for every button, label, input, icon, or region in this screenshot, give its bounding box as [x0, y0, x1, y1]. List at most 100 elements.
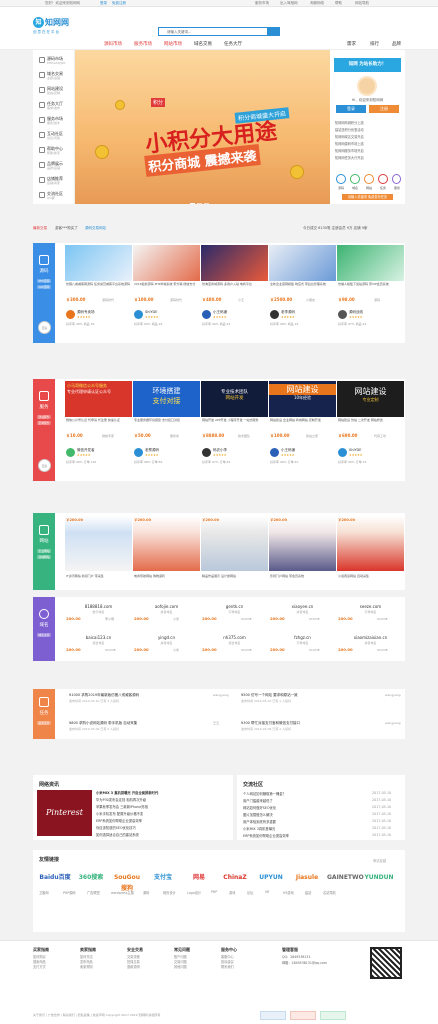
- section-tag[interactable]: 企业网站: [37, 549, 51, 553]
- top-link[interactable]: 网站导航: [355, 1, 369, 6]
- notice-line[interactable]: 知网网服务市场开启: [335, 148, 364, 153]
- website-card[interactable]: ￥200.00 影视门户网站 带会员系统: [269, 516, 336, 578]
- product-card[interactable]: 全新企业官网模板 响应式 带后台管理系统 ￥2500.00 小朋友: [269, 245, 336, 305]
- news-item[interactable]: ERP系统如何帮助企业提高效率: [96, 818, 142, 823]
- domain-card[interactable]: 8188818.com 数字域名 200.00 李小明: [65, 601, 132, 623]
- shop-card[interactable]: ShiYDE ★★★★★ 好评率 99% 订单 33: [337, 446, 404, 468]
- section-tag[interactable]: 最新任务: [37, 721, 51, 725]
- task-item[interactable]: ¥500 仿写一个网站 要求和原站一致 发布时间 2019-05-10 已有 1 …: [235, 691, 405, 707]
- website-card[interactable]: ￥200.00 电商导航网站 购物返利: [133, 516, 200, 578]
- sidebar-item[interactable]: 品牌展示 品牌/店铺: [33, 159, 75, 173]
- top-link[interactable]: 出入驾相网: [280, 1, 298, 6]
- section-tag[interactable]: 商城网站: [37, 555, 51, 559]
- exchange-item[interactable]: 小米MIX 3真机首曝光: [243, 826, 275, 831]
- exchange-item[interactable]: 图片加载慢怎么解决: [243, 812, 273, 817]
- nav-item[interactable]: 域名交易: [194, 41, 212, 47]
- website-card[interactable]: ￥200.00 小说阅读网站 自动采集: [337, 516, 404, 578]
- shop-card[interactable]: 小王码铺 ★★★★★ 好评率 96% 订单 40: [269, 446, 336, 468]
- more-button[interactable]: 更多: [38, 321, 51, 334]
- text-link[interactable]: 广告联盟: [87, 890, 100, 895]
- nav-right-link[interactable]: 品牌: [392, 41, 401, 47]
- product-card[interactable]: 仿淘宝商城源码 多用户入驻 电商平台 ￥480.00 小王: [201, 245, 268, 305]
- partner-logo[interactable]: Jiasule: [291, 872, 323, 883]
- top-link[interactable]: 淘服网络: [310, 1, 324, 6]
- text-link[interactable]: 源码: [143, 890, 149, 895]
- exchange-item[interactable]: 用户门槛越来越低了: [243, 798, 273, 803]
- partner-logo[interactable]: GAINETWO: [327, 872, 364, 883]
- shop-card[interactable]: 老蔡源码 ★★★★★ 好评率 98% 订单 86: [133, 446, 200, 468]
- verify-badge-icon[interactable]: [320, 1011, 346, 1020]
- text-link[interactable]: 卫客网: [39, 890, 49, 895]
- service-card[interactable]: 小马哥微信公众号服务 专业代理申请认证公众号 微信公众号认证 代申请 代注册 快速认…: [65, 381, 132, 441]
- service-icon[interactable]: [392, 174, 401, 184]
- text-link[interactable]: 网页设计: [163, 890, 176, 895]
- shop-card[interactable]: 源码专卖场 ★★★★★ 好评率 98% 商品 36: [65, 308, 132, 330]
- service-email[interactable]: 邮箱：2849538131@qq.com: [282, 960, 327, 965]
- source-icon[interactable]: [336, 174, 346, 184]
- partner-logo[interactable]: 360搜索: [75, 872, 107, 883]
- partner-logo[interactable]: SouGou搜狗: [111, 872, 143, 892]
- section-tag[interactable]: 定制服务: [37, 421, 51, 425]
- domain-card[interactable]: xiaoyee.cn 拼音域名 200.00 ShiYDE: [269, 601, 336, 623]
- domain-card[interactable]: seeze.com 字母域名 200.00 ShiYDE: [337, 601, 404, 623]
- task-item[interactable]: ¥1000 求购2019年最新版仿猪八戒威客源码 发布时间 2019-05-10 …: [63, 691, 233, 707]
- sidebar-item[interactable]: 交流社区 QQ群: [33, 189, 75, 203]
- text-link[interactable]: H5游戏: [283, 890, 294, 895]
- footer-link[interactable]: 退款说明: [127, 965, 167, 970]
- notice-line[interactable]: 知网网任务大厅开启: [335, 155, 364, 160]
- footer-link[interactable]: 联系我们: [221, 965, 261, 970]
- partner-logo[interactable]: 网易: [183, 872, 215, 883]
- product-card[interactable]: 仿猪八戒威客网源码 任务悬赏威客平台系统源码 ￥300.00 源码时代: [65, 245, 132, 305]
- shop-card[interactable]: 源码战线 ★★★★★ 好评率 97% 商品 44: [337, 308, 404, 330]
- service-qq[interactable]: QQ：2849538131: [282, 954, 311, 959]
- nav-item[interactable]: 任务大厅: [224, 41, 242, 47]
- task-icon[interactable]: [378, 174, 388, 184]
- domain-card[interactable]: xiaomizaixian.cn 拼音域名 200.00 ShiYDE: [337, 632, 404, 654]
- shop-card[interactable]: 码农小李 ★★★★★ 好评率 97% 订单 65: [201, 446, 268, 468]
- notice-line[interactable]: 知网网商城积分上线: [335, 120, 364, 125]
- nav-item[interactable]: 源码市场: [104, 41, 122, 47]
- nav-right-link[interactable]: 排行: [370, 41, 379, 47]
- shop-card[interactable]: 老李源码 ★★★★★ 好评率 98% 商品 16: [269, 308, 336, 330]
- promo-banner[interactable]: 积分商城盛大开启 小积分大用途 积分商城 震撼来袭 积分: [75, 50, 330, 204]
- section-tag[interactable]: 域名交易: [37, 633, 51, 637]
- footer-link[interactable]: 支付方式: [33, 965, 73, 970]
- nav-item[interactable]: 网站市场: [164, 41, 182, 47]
- login-link[interactable]: 登录: [100, 1, 107, 6]
- service-card[interactable]: 网站建设 专业定制 网站建设 仿站 二次开发 网站修改 ￥690.00 代码工坊: [337, 381, 404, 441]
- exchange-item[interactable]: ERP系统如何帮助企业提高效率: [243, 833, 289, 838]
- sidebar-item[interactable]: 店铺推荐 店铺/商家: [33, 174, 75, 188]
- domain-icon[interactable]: [350, 174, 360, 184]
- search-button[interactable]: [268, 27, 280, 36]
- register-button[interactable]: 注册: [369, 105, 399, 113]
- notice-line[interactable]: 知网网源码市场上线: [335, 141, 364, 146]
- service-card[interactable]: 专业技术团队 网站开发 网站开发 APP开发 小程序开发 一站式服务 ￥8888.00…: [201, 381, 268, 441]
- trust-badge-icon[interactable]: [290, 1011, 316, 1020]
- news-item[interactable]: 你应该知道的SEO优化技巧: [96, 825, 136, 830]
- task-item[interactable]: ¥300 帮忙对接支付宝和微信支付接口 发布时间 2019-05-09 已有 2 …: [235, 719, 405, 735]
- partner-logo[interactable]: UPYUN: [255, 872, 287, 883]
- news-item[interactable]: 华为P30发布会定档 相机再次升级: [96, 797, 146, 802]
- section-tag[interactable]: 建站服务: [37, 415, 51, 419]
- domain-card[interactable]: fzhgz.cn 字母域名 200.00 ShiYDE: [269, 632, 336, 654]
- sidebar-item[interactable]: 网站建设 建站/定制: [33, 84, 75, 98]
- register-link[interactable]: 免费注册: [112, 1, 126, 6]
- news-item[interactable]: 如何选择适合自己的建站系统: [96, 832, 139, 837]
- domain-card[interactable]: yingd.cn 拼音域名 200.00 小米: [133, 632, 200, 654]
- more-button[interactable]: 更多: [38, 459, 51, 472]
- domain-card[interactable]: aofojie.com 拼音域名 200.00 小米: [133, 601, 200, 623]
- carousel-dots[interactable]: [190, 200, 211, 205]
- footer-link[interactable]: 其他问题: [174, 965, 214, 970]
- search-input[interactable]: 请输入关键词...: [158, 27, 268, 36]
- task-item[interactable]: ¥800 求购小说网站源码 带手机版 自动采集 发布时间 2019-05-09 已…: [63, 719, 233, 735]
- website-card[interactable]: ￥200.00 IT资讯网站 新闻门户 带采集: [65, 516, 132, 578]
- section-tag[interactable]: PHP源码: [37, 279, 51, 283]
- text-link[interactable]: Logo设计: [187, 890, 201, 895]
- text-link[interactable]: 名站导航: [323, 890, 336, 895]
- text-link[interactable]: wordpress主题: [111, 890, 134, 895]
- sidebar-item[interactable]: 帮助中心 帮助/新手: [33, 144, 75, 158]
- nav-right-link[interactable]: 需求: [347, 41, 356, 47]
- logo[interactable]: 知 知网网 创意在在平台: [33, 15, 73, 39]
- security-badge-icon[interactable]: [260, 1011, 286, 1020]
- sidebar-item[interactable]: 服务市场 服务/技术: [33, 114, 75, 128]
